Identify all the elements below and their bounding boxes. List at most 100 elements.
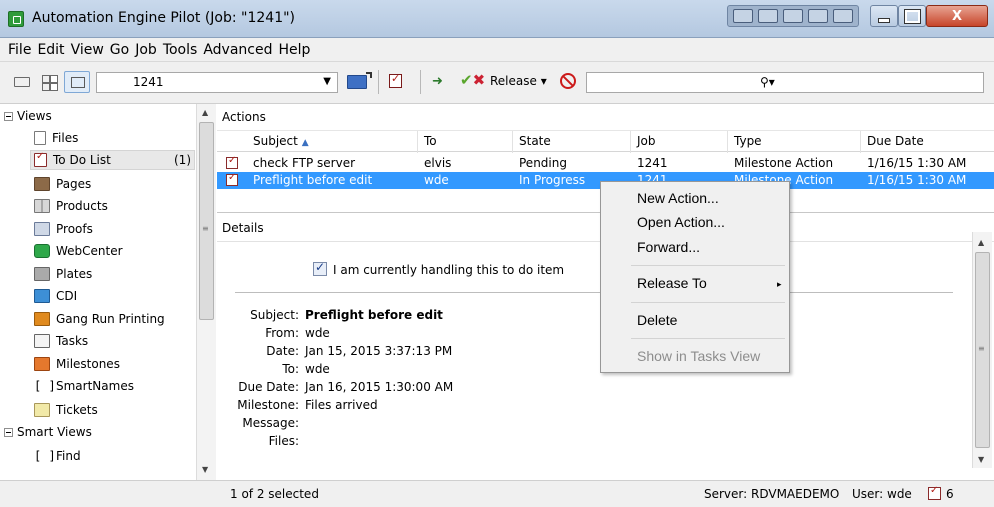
cell-state: In Progress bbox=[519, 173, 586, 187]
column-divider[interactable] bbox=[860, 131, 861, 153]
cell-due-date: 1/16/15 1:30 AM bbox=[867, 173, 967, 187]
sidebar-item-label: Tickets bbox=[56, 403, 98, 417]
sidebar-item-tasks[interactable]: Tasks bbox=[34, 331, 88, 351]
collapse-icon[interactable] bbox=[4, 111, 13, 121]
tray-icon-3[interactable] bbox=[782, 9, 803, 23]
handling-checkbox[interactable] bbox=[313, 260, 327, 276]
actions-section-title: Actions bbox=[222, 110, 266, 124]
detail-label-from: From: bbox=[265, 326, 299, 340]
menu-item-new-action[interactable]: New Action... bbox=[637, 190, 719, 206]
sidebar-item-label: Files bbox=[52, 131, 79, 145]
sidebar-item-gang-run-printing[interactable]: Gang Run Printing bbox=[34, 309, 165, 329]
todo-icon[interactable] bbox=[928, 485, 941, 500]
sidebar-item-cdi[interactable]: CDI bbox=[34, 286, 77, 306]
tray-icon-2[interactable] bbox=[758, 9, 779, 23]
cdi-icon bbox=[34, 289, 50, 303]
status-bar: 1 of 2 selected Server: RDVMAEDEMO User:… bbox=[0, 480, 994, 507]
menu-item-release-to[interactable]: Release To bbox=[637, 275, 707, 291]
search-icon[interactable]: ⚲▾ bbox=[760, 75, 775, 89]
smart-views-header[interactable]: Smart Views bbox=[4, 422, 92, 442]
sidebar-item-label: Plates bbox=[56, 267, 93, 281]
scrollbar-thumb[interactable] bbox=[199, 122, 214, 320]
job-selector[interactable]: 1241 ▼ bbox=[96, 72, 338, 93]
column-divider[interactable] bbox=[630, 131, 631, 153]
column-header-job[interactable]: Job bbox=[637, 134, 656, 148]
column-header-state[interactable]: State bbox=[519, 134, 551, 148]
release-dropdown-icon: ▾ bbox=[540, 74, 547, 88]
table-row[interactable]: check FTP server elvis Pending 1241 Mile… bbox=[217, 155, 994, 172]
minimize-button[interactable] bbox=[870, 5, 898, 27]
submenu-arrow-icon: ▸ bbox=[777, 279, 782, 289]
job-selector-value: 1241 bbox=[133, 75, 164, 89]
column-header-due-date[interactable]: Due Date bbox=[867, 134, 924, 148]
menu-edit[interactable]: Edit bbox=[37, 42, 64, 58]
scroll-up-icon[interactable]: ▲ bbox=[202, 108, 208, 117]
sidebar-item-label: Find bbox=[56, 449, 81, 463]
tray-icon-1[interactable] bbox=[733, 9, 754, 23]
menu-view[interactable]: View bbox=[71, 42, 104, 58]
sidebar-item-pages[interactable]: Pages bbox=[34, 174, 91, 194]
menu-file[interactable]: File bbox=[8, 42, 31, 58]
views-scrollbar[interactable]: ▲ ≡ ▼ bbox=[196, 104, 216, 480]
sidebar-item-tickets[interactable]: Tickets bbox=[34, 400, 98, 420]
column-header-subject[interactable]: Subject ▲ bbox=[253, 134, 309, 148]
views-header[interactable]: Views bbox=[4, 106, 52, 126]
context-menu: New Action... Open Action... Forward... … bbox=[600, 181, 790, 373]
scroll-up-icon[interactable]: ▲ bbox=[978, 238, 984, 247]
maximize-button[interactable] bbox=[898, 5, 926, 27]
column-header-type[interactable]: Type bbox=[734, 134, 762, 148]
release-icon[interactable]: ✔✖ bbox=[460, 71, 485, 89]
sidebar-item-label: SmartNames bbox=[56, 379, 134, 393]
tray-icon-5[interactable] bbox=[832, 9, 853, 23]
details-scrollbar[interactable]: ▲ ≡ ▼ bbox=[972, 232, 992, 468]
sidebar-item-todo-list[interactable]: To Do List (1) bbox=[34, 150, 194, 170]
no-entry-icon[interactable] bbox=[560, 73, 576, 89]
open-job-folder-icon[interactable] bbox=[347, 72, 372, 89]
selection-status: 1 of 2 selected bbox=[230, 487, 319, 501]
toolbar-separator bbox=[420, 70, 421, 94]
title-bar[interactable]: Automation Engine Pilot (Job: "1241") X bbox=[0, 0, 994, 38]
scroll-down-icon[interactable]: ▼ bbox=[978, 455, 984, 464]
detail-label-message: Message: bbox=[242, 416, 299, 430]
cell-to: wde bbox=[424, 173, 449, 187]
tray-icon-4[interactable] bbox=[807, 9, 828, 23]
sidebar-item-milestones[interactable]: Milestones bbox=[34, 354, 120, 374]
detail-value-due-date: Jan 16, 2015 1:30:00 AM bbox=[305, 380, 454, 394]
sidebar-item-label: Gang Run Printing bbox=[56, 312, 165, 326]
menu-advanced[interactable]: Advanced bbox=[203, 42, 272, 58]
menu-item-open-action[interactable]: Open Action... bbox=[637, 214, 725, 230]
sidebar-item-files[interactable]: Files bbox=[34, 128, 78, 148]
column-header-to[interactable]: To bbox=[424, 134, 437, 148]
collapse-icon[interactable] bbox=[4, 427, 13, 437]
preview-view-icon[interactable] bbox=[64, 71, 90, 93]
thumbnail-view-icon[interactable] bbox=[42, 75, 58, 91]
menu-help[interactable]: Help bbox=[278, 42, 310, 58]
column-divider[interactable] bbox=[512, 131, 513, 153]
sidebar-item-products[interactable]: Products bbox=[34, 196, 108, 216]
cell-subject: check FTP server bbox=[253, 156, 356, 170]
detail-label-milestone: Milestone: bbox=[237, 398, 299, 412]
find-icon: [ ] bbox=[34, 449, 56, 463]
forward-icon[interactable]: ➜ bbox=[432, 74, 443, 89]
search-input[interactable] bbox=[586, 72, 984, 93]
scroll-down-icon[interactable]: ▼ bbox=[202, 465, 208, 474]
detail-value-date: Jan 15, 2015 3:37:13 PM bbox=[305, 344, 453, 358]
milestones-icon bbox=[34, 357, 50, 371]
sidebar-item-webcenter[interactable]: WebCenter bbox=[34, 241, 123, 261]
menu-item-forward[interactable]: Forward... bbox=[637, 239, 700, 255]
menu-item-delete[interactable]: Delete bbox=[637, 312, 677, 328]
list-view-icon[interactable] bbox=[14, 77, 30, 87]
sidebar-item-smartnames[interactable]: [ ] SmartNames bbox=[34, 376, 134, 396]
column-divider[interactable] bbox=[417, 131, 418, 153]
new-todo-icon[interactable] bbox=[389, 72, 402, 88]
chevron-down-icon[interactable]: ▼ bbox=[323, 76, 331, 87]
sidebar-item-proofs[interactable]: Proofs bbox=[34, 219, 93, 239]
sidebar-item-find[interactable]: [ ] Find bbox=[34, 446, 81, 466]
release-button[interactable]: Release ▾ bbox=[490, 74, 547, 88]
menu-tools[interactable]: Tools bbox=[163, 42, 198, 58]
sidebar-item-plates[interactable]: Plates bbox=[34, 264, 92, 284]
menu-job[interactable]: Job bbox=[135, 42, 157, 58]
menu-go[interactable]: Go bbox=[110, 42, 129, 58]
column-divider[interactable] bbox=[727, 131, 728, 153]
close-button[interactable]: X bbox=[926, 5, 988, 27]
